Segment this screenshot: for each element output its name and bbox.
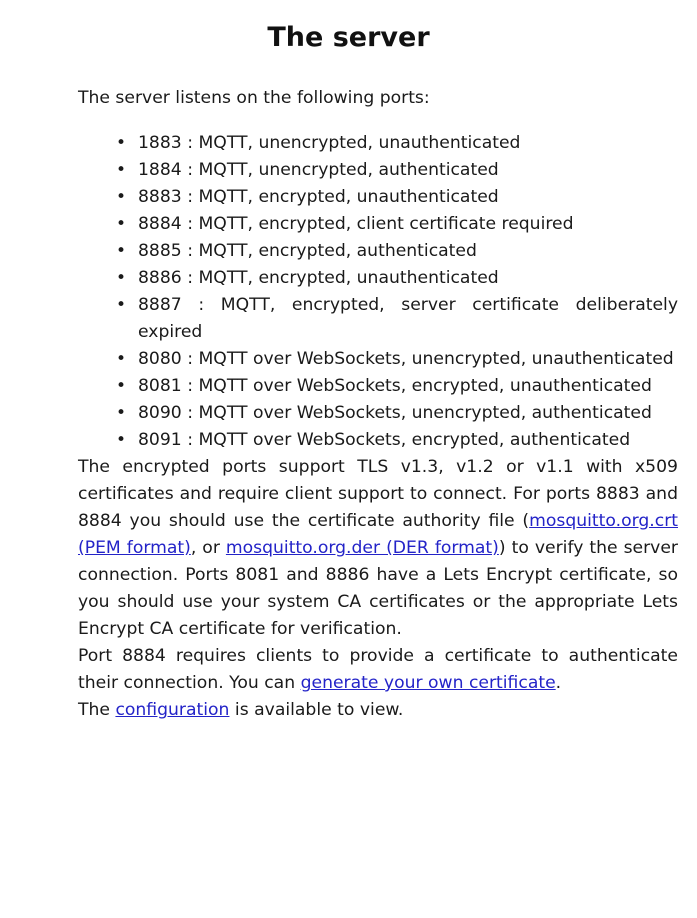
tls-paragraph: The encrypted ports support TLS v1.3, v1… [78,457,678,639]
list-item: • 8090 : MQTT over WebSockets, unencrypte… [116,400,678,427]
list-item: • 8884 : MQTT, encrypted, client certific… [116,211,678,238]
bullet-icon: • [116,295,127,315]
config-paragraph: The configuration is available to view. [78,700,404,720]
list-item: • 8081 : MQTT over WebSockets, encrypted,… [116,373,678,400]
bullet-icon: • [116,376,127,396]
list-item: • 8887 : MQTT, encrypted, server certific… [116,292,678,346]
bullet-icon: • [116,268,127,288]
configuration-link[interactable]: configuration [115,700,229,720]
list-item: • 1884 : MQTT, unencrypted, authenticated [116,157,678,184]
page-title: The server [267,22,430,53]
list-item: • 8886 : MQTT, encrypted, unauthenticated [116,265,678,292]
intro-text: The server listens on the following port… [78,88,430,108]
list-item: • 8883 : MQTT, encrypted, unauthenticated [116,184,678,211]
list-item: • 8885 : MQTT, encrypted, authenticated [116,238,678,265]
list-item: • 8080 : MQTT over WebSockets, unencrypte… [116,346,678,373]
main-content: The server listens on the following port… [78,85,678,724]
bullet-icon: • [116,241,127,261]
bullet-icon: • [116,187,127,207]
page: The server The server listens on the fol… [0,0,697,918]
bullet-icon: • [116,214,127,234]
bullet-icon: • [116,349,127,369]
bullet-icon: • [116,403,127,423]
ports-list: • 1883 : MQTT, unencrypted, unauthenticat… [78,130,678,454]
list-item: • 1883 : MQTT, unencrypted, unauthenticat… [116,130,678,157]
list-item: • 8091 : MQTT over WebSockets, encrypted,… [116,427,678,454]
generate-certificate-link[interactable]: generate your own certificate [301,673,556,693]
client-cert-paragraph: Port 8884 requires clients to provide a … [78,646,678,693]
bullet-icon: • [116,133,127,153]
mosquitto-der-link[interactable]: mosquitto.org.der (DER format) [226,538,499,558]
bullet-icon: • [116,160,127,180]
bullet-icon: • [116,430,127,450]
